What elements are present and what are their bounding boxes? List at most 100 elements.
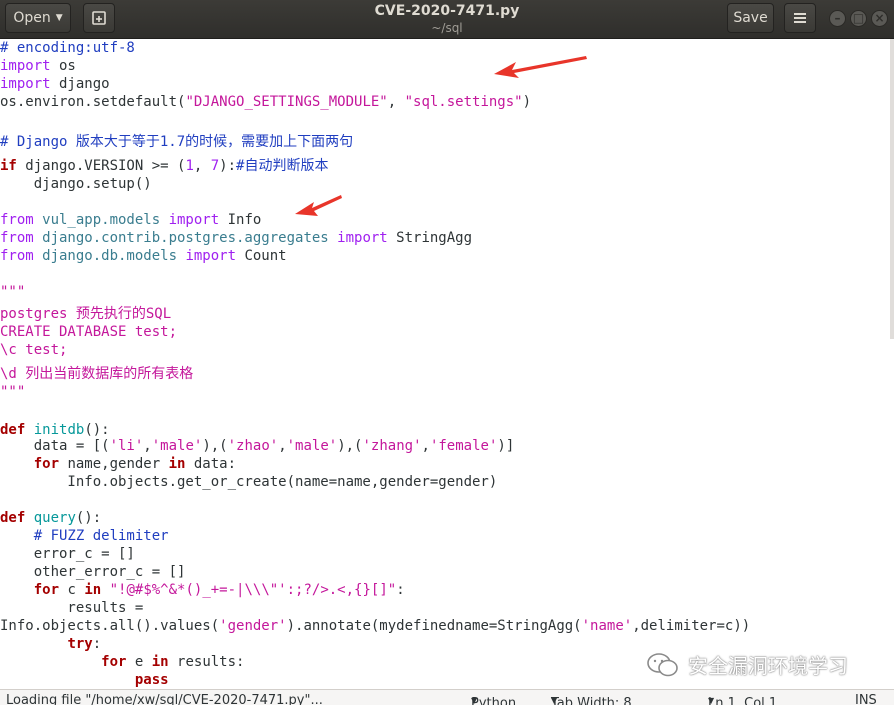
code-token: """ — [0, 284, 26, 300]
code-line: # encoding:utf-8 — [0, 39, 135, 57]
code-token: query — [25, 510, 76, 526]
code-token: 'male' — [286, 438, 338, 454]
code-token: try — [67, 636, 93, 652]
code-line: \d 列出当前数据库的所有表格 — [0, 365, 193, 383]
save-label: Save — [733, 10, 768, 26]
code-token: : — [396, 582, 405, 598]
code-token: Info.objects.get_or_create(name=name,gen… — [0, 474, 498, 490]
hamburger-menu-icon — [794, 13, 806, 23]
code-token: name,gender — [59, 456, 169, 472]
code-token: data: — [185, 456, 237, 472]
code-token: django.db.models — [33, 248, 186, 264]
code-token: from — [0, 248, 34, 264]
code-token: # encoding:utf-8 — [0, 40, 135, 56]
code-token: if — [0, 158, 17, 174]
code-token: 'male' — [151, 438, 203, 454]
code-token: # FUZZ delimiter — [0, 528, 169, 544]
code-token: "sql.settings" — [404, 94, 523, 110]
code-line: for name,gender in data: — [0, 455, 236, 473]
code-token: other_error_c = [] — [0, 564, 186, 580]
code-token: django — [50, 76, 110, 92]
code-line: CREATE DATABASE test; — [0, 323, 177, 341]
window-title: CVE-2020-7471.py ~/sql — [330, 2, 564, 36]
code-token: data = [( — [0, 438, 110, 454]
status-bar: Loading file "/home/xw/sql/CVE-2020-7471… — [0, 689, 894, 705]
code-token: def — [0, 422, 26, 438]
code-token: ),( — [202, 438, 228, 454]
code-line: other_error_c = [] — [0, 563, 186, 581]
code-token: ): — [219, 158, 237, 174]
code-line: for c in "!@#$%^&*()_+=-|\\\"':;?/>.<,{}… — [0, 581, 405, 599]
code-token: StringAgg — [387, 230, 473, 246]
code-token: import — [0, 58, 51, 74]
status-message: Loading file "/home/xw/sql/CVE-2020-7471… — [6, 693, 323, 705]
code-token: pass — [134, 672, 169, 688]
code-token: error_c = [] — [0, 546, 135, 562]
code-token: "DJANGO_SETTINGS_MODULE" — [185, 94, 388, 110]
code-token: in — [151, 654, 169, 670]
watermark: 安全漏洞环境学习 — [646, 650, 848, 679]
code-token: CREATE DATABASE test; — [0, 324, 178, 340]
code-token: def — [0, 510, 26, 526]
file-path: ~/sql — [431, 21, 463, 35]
code-token: Count — [236, 248, 287, 264]
code-token: import — [185, 248, 237, 264]
code-line: Info.objects.all().values('gender').anno… — [0, 617, 750, 635]
code-line: """ — [0, 383, 25, 401]
code-token: from — [0, 230, 34, 246]
code-token: postgres 预先执行的SQL — [0, 306, 172, 322]
code-line: django.setup() — [0, 175, 152, 193]
maximize-button[interactable]: □ — [850, 10, 867, 27]
code-token: results: — [168, 654, 245, 670]
code-token: 'li' — [109, 438, 144, 454]
code-line: import os — [0, 57, 76, 75]
code-line: pass — [0, 671, 169, 689]
code-token: import — [337, 230, 388, 246]
code-token: in — [168, 456, 186, 472]
code-editor[interactable]: # encoding:utf-8 import os import django os… — [0, 39, 894, 689]
red-arrow-1-icon — [494, 56, 587, 78]
code-token: 'zhang' — [362, 438, 422, 454]
header-bar: Open ▼ CVE-2020-7471.py ~/sql Save – □ × — [0, 0, 894, 39]
menu-button[interactable] — [784, 3, 816, 33]
minimize-button[interactable]: – — [829, 10, 846, 27]
code-token: 7 — [210, 158, 220, 174]
code-token: #自动判断版本 — [236, 158, 329, 174]
code-token: , — [387, 94, 405, 110]
code-token: os — [50, 58, 76, 74]
code-line: # FUZZ delimiter — [0, 527, 169, 545]
scrollbar[interactable] — [890, 39, 894, 339]
minimize-icon: – — [834, 11, 841, 25]
code-token: ),( — [337, 438, 363, 454]
code-token: # Django 版本大于等于1.7的时候，需要加上下面两句 — [0, 134, 354, 150]
code-token: for — [33, 582, 60, 598]
code-token: 1 — [185, 158, 194, 174]
code-token: c — [59, 582, 85, 598]
wechat-icon — [647, 652, 678, 676]
code-token: """ — [0, 384, 26, 400]
new-document-button[interactable] — [83, 3, 115, 33]
close-icon: × — [874, 11, 885, 25]
code-line: """ — [0, 283, 25, 301]
code-token: e — [126, 654, 152, 670]
file-name: CVE-2020-7471.py — [374, 3, 520, 19]
code-token: , — [143, 438, 152, 454]
save-button[interactable]: Save — [727, 3, 774, 33]
code-line: from vul_app.models import Info — [0, 211, 261, 229]
code-token: ) — [522, 94, 532, 110]
watermark-text: 安全漏洞环境学习 — [688, 654, 848, 678]
code-token: (): — [84, 422, 110, 438]
code-token: , — [193, 158, 211, 174]
open-button[interactable]: Open ▼ — [5, 3, 71, 33]
code-token: Info — [219, 212, 262, 228]
close-button[interactable]: × — [871, 10, 888, 27]
code-token: initdb — [25, 422, 85, 438]
code-token: vul_app.models — [33, 212, 169, 228]
code-line: os.environ.setdefault("DJANGO_SETTINGS_M… — [0, 93, 531, 111]
code-token: )] — [497, 438, 515, 454]
code-line: for e in results: — [0, 653, 244, 671]
